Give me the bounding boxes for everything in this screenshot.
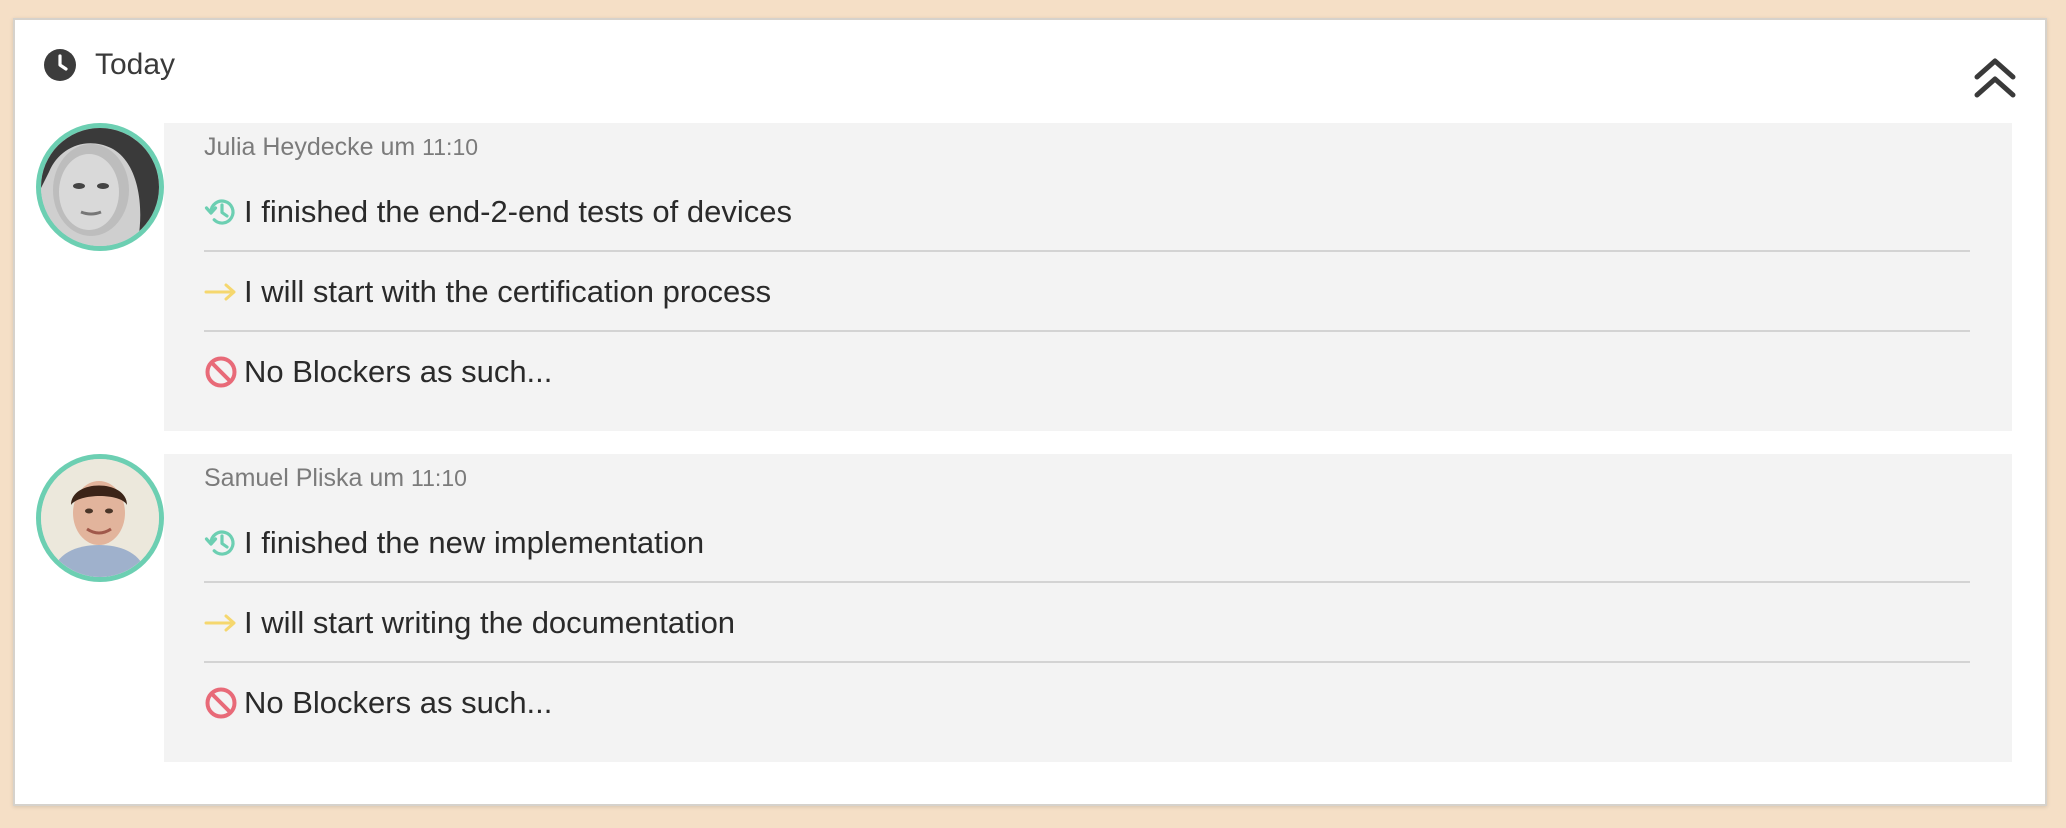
next-text: I will start with the certification proc… <box>244 273 772 309</box>
history-icon <box>204 529 235 556</box>
entry-panel: Samuel Pliska um 11:10 I finished the ne… <box>164 454 2012 762</box>
entry-panel: Julia Heydecke um 11:10 I finished the e… <box>164 123 2012 431</box>
avatar-photo <box>41 128 159 246</box>
next-row: I will start with the certification proc… <box>204 253 1970 332</box>
done-text: I finished the new implementation <box>244 524 705 560</box>
blocker-row: No Blockers as such... <box>204 332 1970 411</box>
author-connector: um <box>369 464 405 492</box>
no-entry-icon <box>205 356 237 387</box>
next-text: I will start writing the documentation <box>244 604 736 640</box>
card-header: Today <box>43 48 175 82</box>
author-name: Julia Heydecke <box>204 133 374 161</box>
author-name: Samuel Pliska <box>204 464 363 492</box>
blocker-text: No Blockers as such... <box>244 684 553 720</box>
history-icon <box>204 198 235 225</box>
done-row: I finished the end-2-end tests of device… <box>204 173 1970 252</box>
blocker-row: No Blockers as such... <box>204 663 1970 742</box>
double-chevron-up-icon <box>1974 58 2016 98</box>
next-row: I will start writing the documentation <box>204 584 1970 663</box>
arrow-right-icon <box>204 283 236 300</box>
done-text: I finished the end-2-end tests of device… <box>244 193 792 229</box>
avatar[interactable] <box>36 123 164 251</box>
clock-icon <box>44 49 76 81</box>
standup-card: Today Julia Heydecke um 11:10 I finished… <box>13 18 2047 806</box>
no-entry-icon <box>205 687 237 718</box>
arrow-right-icon <box>204 614 236 631</box>
done-row: I finished the new implementation <box>204 504 1970 583</box>
entry-time: 11:10 <box>422 134 479 160</box>
entry-time: 11:10 <box>411 465 467 491</box>
author-line: Julia Heydecke um 11:10 <box>204 133 478 162</box>
author-line: Samuel Pliska um 11:10 <box>204 464 467 493</box>
section-title: Today <box>95 48 176 81</box>
avatar[interactable] <box>36 454 164 582</box>
avatar-photo <box>41 459 159 577</box>
author-connector: um <box>380 133 416 161</box>
blocker-text: No Blockers as such... <box>244 353 553 389</box>
collapse-button[interactable] <box>1970 53 2020 103</box>
